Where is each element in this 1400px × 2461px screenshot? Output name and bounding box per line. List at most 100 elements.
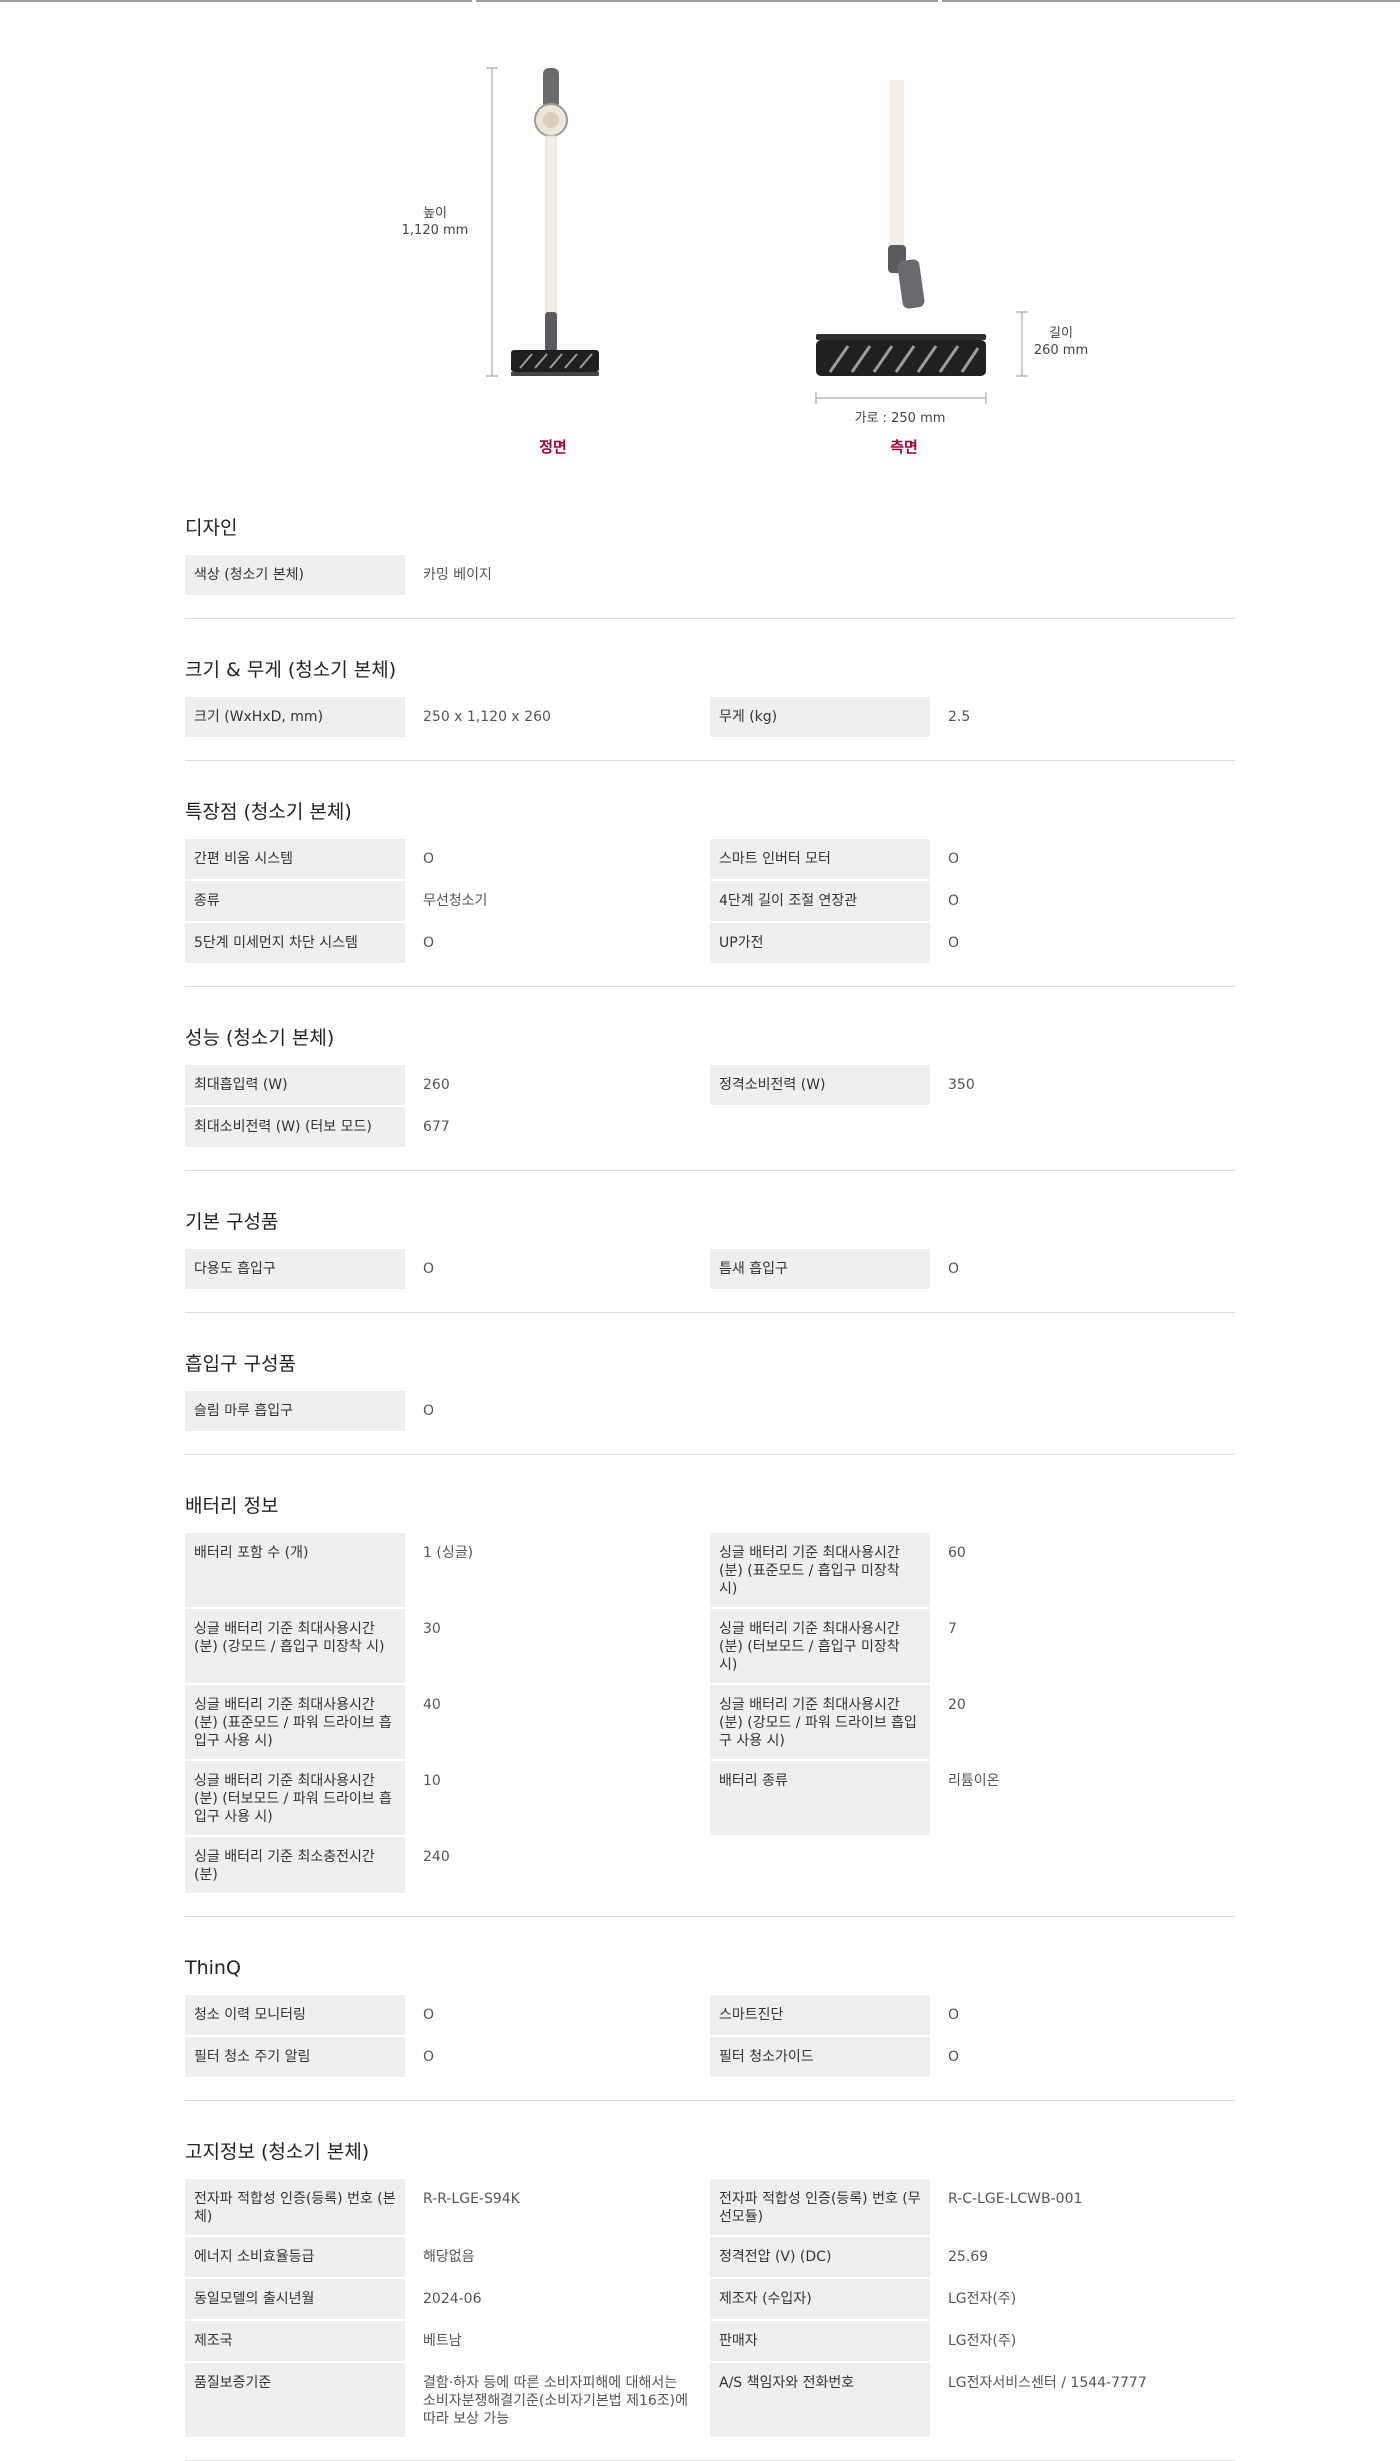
spec-label: 최대흡입력 (W)	[185, 1065, 405, 1105]
spec-table: 전자파 적합성 인증(등록) 번호 (본체) R-R-LGE-S94K 전자파 적합…	[185, 2179, 1235, 2439]
spec-label: 스마트진단	[710, 1995, 930, 2035]
spec-value: O	[423, 1403, 435, 1419]
spec-value: 10	[423, 1773, 441, 1789]
spec-value: O	[423, 2049, 435, 2065]
spec-table: 슬림 마루 흡입구 O	[185, 1391, 1235, 1433]
spec-section: 성능 (청소기 본체) 최대흡입력 (W) 260 정격소비전력 (W) 350 최대소비…	[185, 987, 1235, 1171]
spec-value: 250 x 1,120 x 260	[423, 709, 551, 725]
spec-label: 제조자 (수입자)	[710, 2279, 930, 2319]
length-caption: 길이	[1049, 326, 1073, 341]
spec-value: 20	[948, 1697, 966, 1713]
section-title: 특장점 (청소기 본체)	[185, 801, 352, 823]
spec-label: 크기 (WxHxD, mm)	[185, 697, 405, 737]
spec-value: 60	[948, 1545, 966, 1561]
spec-value: 40	[423, 1697, 441, 1713]
spec-table: 간편 비움 시스템 O 스마트 인버터 모터 O 종류 무선청소기 4단계 길이 조절 연장…	[185, 839, 1235, 965]
spec-table: 색상 (청소기 본체) 카밍 베이지	[185, 555, 1235, 597]
top-divider	[0, 0, 1400, 2]
spec-label: 틈새 흡입구	[710, 1249, 930, 1289]
spec-label: A/S 책임자와 전화번호	[710, 2363, 930, 2437]
spec-label: 필터 청소 주기 알림	[185, 2037, 405, 2077]
spec-value: R-C-LGE-LCWB-001	[948, 2191, 1083, 2207]
spec-label: 스마트 인버터 모터	[710, 839, 930, 879]
spec-section: 특장점 (청소기 본체) 간편 비움 시스템 O 스마트 인버터 모터 O 종류 무선청소기…	[185, 761, 1235, 987]
spec-value: 677	[423, 1119, 450, 1135]
spec-section: 디자인색상 (청소기 본체) 카밍 베이지	[185, 515, 1235, 619]
spec-label: 싱글 배터리 기준 최대사용시간 (분) (표준모드 / 흡입구 미장착 시)	[710, 1533, 930, 1607]
spec-value: 30	[423, 1621, 441, 1637]
length-value: 260 mm	[1033, 343, 1089, 358]
spec-value: 350	[948, 1077, 975, 1093]
spec-section: 기본 구성품 다용도 흡입구 O 틈새 흡입구 O	[185, 1171, 1235, 1313]
spec-section: ThinQ 청소 이력 모니터링 O 스마트진단 O 필터 청소 주기 알림 O 필터 청소가…	[185, 1917, 1235, 2101]
spec-label: 다용도 흡입구	[185, 1249, 405, 1289]
spec-section: 크기 & 무게 (청소기 본체) 크기 (WxHxD, mm) 250 x 1,12…	[185, 619, 1235, 761]
spec-label: 배터리 포함 수 (개)	[185, 1533, 405, 1607]
spec-label: 판매자	[710, 2321, 930, 2361]
spec-value: 카밍 베이지	[423, 567, 492, 583]
spec-section: 고지정보 (청소기 본체) 전자파 적합성 인증(등록) 번호 (본체) R-R-L…	[185, 2101, 1235, 2461]
spec-sheet: 디자인색상 (청소기 본체) 카밍 베이지크기 & 무게 (청소기 본체) 크기 (…	[185, 515, 1235, 2461]
spec-section: 배터리 정보배터리 포함 수 (개) 1 (싱글) 싱글 배터리 기준 최대사용시간…	[185, 1455, 1235, 1917]
spec-label: 싱글 배터리 기준 최대사용시간 (분) (터보모드 / 파워 드라이브 흡입구…	[185, 1761, 405, 1835]
spec-label: 품질보증기준	[185, 2363, 405, 2437]
spec-label: 최대소비전력 (W) (터보 모드)	[185, 1107, 405, 1147]
spec-value: 리튬이온	[948, 1773, 1000, 1789]
spec-label: 배터리 종류	[710, 1761, 930, 1835]
spec-label: 동일모델의 출시년월	[185, 2279, 405, 2319]
dimension-figure: 높이 1,120 mm 길이 260 mm 가로 : 250 mm 정면 측면	[380, 50, 1100, 470]
spec-value: 베트남	[423, 2333, 462, 2349]
spec-value: LG전자서비스센터 / 1544-7777	[948, 2375, 1147, 2391]
spec-table: 최대흡입력 (W) 260 정격소비전력 (W) 350 최대소비전력 (W) (터보 …	[185, 1065, 1235, 1149]
section-title: 배터리 정보	[185, 1495, 279, 1517]
spec-label: 간편 비움 시스템	[185, 839, 405, 879]
spec-label: 종류	[185, 881, 405, 921]
spec-label: 에너지 소비효율등급	[185, 2237, 405, 2277]
empty-cell	[710, 1837, 930, 1895]
empty-cell	[930, 1837, 1235, 1895]
section-title: ThinQ	[185, 1957, 241, 1979]
spec-value: O	[948, 1261, 960, 1277]
spec-label: 제조국	[185, 2321, 405, 2361]
spec-value: 7	[948, 1621, 957, 1637]
section-title: 기본 구성품	[185, 1211, 279, 1233]
spec-label: 무게 (kg)	[710, 697, 930, 737]
spec-value: 1 (싱글)	[423, 1545, 474, 1561]
section-title: 성능 (청소기 본체)	[185, 1027, 335, 1049]
spec-label: 싱글 배터리 기준 최대사용시간 (분) (표준모드 / 파워 드라이브 흡입구…	[185, 1685, 405, 1759]
spec-value: O	[948, 851, 960, 867]
spec-label: 필터 청소가이드	[710, 2037, 930, 2077]
spec-value: 2024-06	[423, 2291, 482, 2307]
spec-label: 색상 (청소기 본체)	[185, 555, 405, 595]
spec-value: LG전자(주)	[948, 2333, 1017, 2349]
section-title: 크기 & 무게 (청소기 본체)	[185, 659, 397, 681]
vacuum-front-view	[511, 68, 599, 376]
spec-value: 무선청소기	[423, 893, 488, 909]
spec-label: 정격전압 (V) (DC)	[710, 2237, 930, 2277]
spec-label: 싱글 배터리 기준 최대사용시간 (분) (강모드 / 파워 드라이브 흡입구 …	[710, 1685, 930, 1759]
height-caption: 높이	[423, 206, 447, 221]
height-value: 1,120 mm	[401, 223, 469, 238]
spec-value: O	[948, 2007, 960, 2023]
spec-label: 정격소비전력 (W)	[710, 1065, 930, 1105]
spec-table: 크기 (WxHxD, mm) 250 x 1,120 x 260 무게 (kg) 2.…	[185, 697, 1235, 739]
spec-label: 청소 이력 모니터링	[185, 1995, 405, 2035]
spec-table: 청소 이력 모니터링 O 스마트진단 O 필터 청소 주기 알림 O 필터 청소가이드 O	[185, 1995, 1235, 2079]
vacuum-side-view	[816, 80, 986, 376]
spec-label: 싱글 배터리 기준 최대사용시간 (분) (강모드 / 흡입구 미장착 시)	[185, 1609, 405, 1683]
section-title: 디자인	[185, 517, 238, 539]
spec-value: 240	[423, 1849, 450, 1865]
height-label: 높이 1,120 mm	[380, 205, 490, 239]
spec-value: O	[423, 851, 435, 867]
spec-label: 슬림 마루 흡입구	[185, 1391, 405, 1431]
spec-value: 결함·하자 등에 따른 소비자피해에 대해서는 소비자분쟁해결기준(소비자기본법…	[423, 2375, 689, 2427]
spec-value: O	[948, 935, 960, 951]
spec-value: O	[423, 935, 435, 951]
spec-value: 해당없음	[423, 2249, 475, 2265]
spec-value: O	[423, 2007, 435, 2023]
spec-table: 배터리 포함 수 (개) 1 (싱글) 싱글 배터리 기준 최대사용시간 (분) (…	[185, 1533, 1235, 1895]
spec-value: 260	[423, 1077, 450, 1093]
spec-value: O	[948, 893, 960, 909]
empty-cell	[710, 1391, 930, 1433]
spec-value: 2.5	[948, 709, 971, 725]
